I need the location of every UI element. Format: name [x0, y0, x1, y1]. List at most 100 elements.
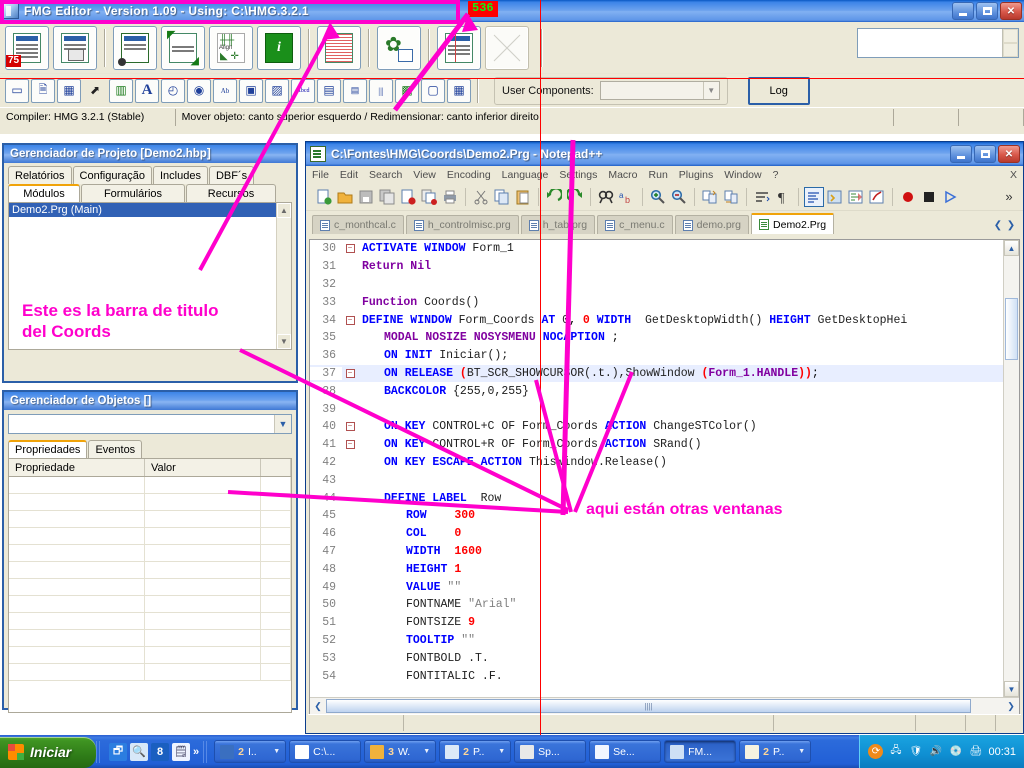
menu-edit[interactable]: Edit: [340, 169, 358, 181]
tasks-grip[interactable]: [203, 741, 208, 763]
menu-plugins[interactable]: Plugins: [679, 169, 713, 181]
fold-collapse-icon[interactable]: −: [346, 316, 355, 325]
open-file-icon[interactable]: [335, 187, 355, 207]
text-label-tool-button[interactable]: A: [135, 79, 159, 103]
tab-relatorios[interactable]: Relatórios: [8, 166, 72, 184]
code-line[interactable]: 46COL 0: [310, 525, 1003, 543]
menu-encoding[interactable]: Encoding: [447, 169, 491, 181]
menu-view[interactable]: View: [413, 169, 436, 181]
object-info-button[interactable]: i: [257, 26, 301, 70]
save-all-icon[interactable]: [377, 187, 397, 207]
log-button[interactable]: Log: [748, 77, 810, 105]
new-project-button[interactable]: 75: [5, 26, 49, 70]
fmg-maximize-button[interactable]: [976, 2, 998, 20]
table-row[interactable]: [9, 579, 291, 596]
project-manager-titlebar[interactable]: Gerenciador de Projeto [Demo2.hbp]: [4, 145, 296, 163]
resize-object-button[interactable]: ◤ ◢: [161, 26, 205, 70]
chevron-down-icon[interactable]: ▼: [423, 748, 430, 755]
browse-tool-button[interactable]: ▩: [395, 79, 419, 103]
tab-formularios[interactable]: Formulários: [81, 184, 185, 202]
taskbar-button[interactable]: C:\...: [289, 740, 361, 763]
user-components-combo[interactable]: ▼: [600, 81, 720, 100]
scroll-down-icon[interactable]: ▼: [1004, 681, 1019, 697]
timer-tool-button[interactable]: ◴: [161, 79, 185, 103]
table-row[interactable]: [9, 511, 291, 528]
code-line[interactable]: 30−ACTIVATE WINDOW Form_1: [310, 240, 1003, 258]
table-row[interactable]: [9, 562, 291, 579]
quicklaunch-grip[interactable]: [96, 741, 101, 763]
object-selector-combo[interactable]: ▼: [8, 414, 292, 434]
menu-language[interactable]: Language: [502, 169, 549, 181]
tab-modulos[interactable]: Módulos: [8, 184, 80, 202]
fold-column[interactable]: −: [342, 440, 358, 449]
chevron-down-icon[interactable]: ▼: [274, 415, 291, 433]
save-file-icon[interactable]: [356, 187, 376, 207]
sync-scroll-h-icon[interactable]: [721, 187, 741, 207]
scroll-down-icon[interactable]: ▼: [277, 334, 291, 349]
tab-recursos[interactable]: Recursos: [186, 184, 276, 202]
code-line[interactable]: 32: [310, 276, 1003, 294]
tab-nav-right-icon[interactable]: ❯: [1005, 218, 1017, 232]
rich-edit-tool-button[interactable]: Ab: [213, 79, 237, 103]
grid-tool-button[interactable]: ▦: [57, 79, 81, 103]
empty-button[interactable]: [485, 26, 529, 70]
menu-settings[interactable]: Settings: [559, 169, 597, 181]
redo-icon[interactable]: [565, 187, 585, 207]
taskbar-button[interactable]: 2 P..▼: [739, 740, 811, 763]
chevron-down-icon[interactable]: ▼: [798, 748, 805, 755]
tab-h_controlmisc[interactable]: h_controlmisc.prg: [406, 215, 519, 234]
code-editor[interactable]: 30−ACTIVATE WINDOW Form_131Return Nil323…: [309, 239, 1020, 715]
numeric-spinner[interactable]: [857, 28, 1019, 58]
notepad-minimize-button[interactable]: [950, 145, 972, 163]
fold-column[interactable]: −: [342, 369, 358, 378]
taskbar-button[interactable]: Se...: [589, 740, 661, 763]
taskbar-button[interactable]: 2 P..▼: [439, 740, 511, 763]
build-project-button[interactable]: [113, 26, 157, 70]
table-row[interactable]: [9, 596, 291, 613]
fold-collapse-icon[interactable]: −: [346, 440, 355, 449]
replace-icon[interactable]: ab: [617, 187, 637, 207]
editor-vertical-scrollbar[interactable]: ▲ ▼: [1003, 240, 1019, 697]
menu-window[interactable]: Window: [724, 169, 761, 181]
fold-collapse-icon[interactable]: −: [346, 369, 355, 378]
notepad-maximize-button[interactable]: [974, 145, 996, 163]
update-icon[interactable]: ⟳: [868, 744, 883, 759]
zoom-out-icon[interactable]: [669, 187, 689, 207]
user-defined-lang-icon[interactable]: [825, 187, 845, 207]
undo-icon[interactable]: [544, 187, 564, 207]
notepad-close-button[interactable]: ✕: [998, 145, 1020, 163]
network-icon[interactable]: 🖧: [888, 744, 903, 759]
code-line[interactable]: 37−ON RELEASE (BT_SCR_SHOWCURSOR(.t.),Sh…: [310, 365, 1003, 383]
menu-run[interactable]: Run: [649, 169, 668, 181]
taskbar-button[interactable]: Sp...: [514, 740, 586, 763]
code-line[interactable]: 43: [310, 471, 1003, 489]
tab-includes[interactable]: Includes: [153, 166, 208, 184]
chevron-down-icon[interactable]: ▼: [273, 748, 280, 755]
properties-grid[interactable]: Propriedade Valor: [8, 458, 292, 713]
fold-column[interactable]: −: [342, 244, 358, 253]
tab-dbfs[interactable]: DBF´s: [209, 166, 254, 184]
table-row[interactable]: [9, 630, 291, 647]
grid-view-button[interactable]: [317, 26, 361, 70]
function-list-icon[interactable]: [867, 187, 887, 207]
menu-macro[interactable]: Macro: [608, 169, 637, 181]
toolbar-overflow-icon[interactable]: »: [999, 187, 1019, 207]
object-manager-titlebar[interactable]: Gerenciador de Objetos []: [4, 392, 296, 410]
code-line[interactable]: 35MODAL NOSIZE NOSYSMENU NOCAPTION ;: [310, 329, 1003, 347]
scroll-up-icon[interactable]: ▲: [277, 203, 291, 218]
code-line[interactable]: 48HEIGHT 1: [310, 560, 1003, 578]
table-row[interactable]: [9, 647, 291, 664]
search-icon[interactable]: 🔍: [130, 743, 148, 761]
table-row[interactable]: [9, 477, 291, 494]
printer-icon[interactable]: 🖨: [968, 744, 983, 759]
tab-h_tab[interactable]: h_tab.prg: [521, 215, 595, 234]
tab-demo2-prg[interactable]: Demo2.Prg: [751, 213, 834, 234]
panel-tool-button[interactable]: ▢: [421, 79, 445, 103]
code-line[interactable]: 39: [310, 400, 1003, 418]
editor-horizontal-scrollbar[interactable]: ❮ |||| ❯: [310, 697, 1019, 714]
find-icon[interactable]: [596, 187, 616, 207]
word-wrap-icon[interactable]: [752, 187, 772, 207]
align-objects-button[interactable]: ╫╫ Align ◣ ✛: [209, 26, 253, 70]
fold-column[interactable]: −: [342, 316, 358, 325]
taskbar-button[interactable]: FM...: [664, 740, 736, 763]
